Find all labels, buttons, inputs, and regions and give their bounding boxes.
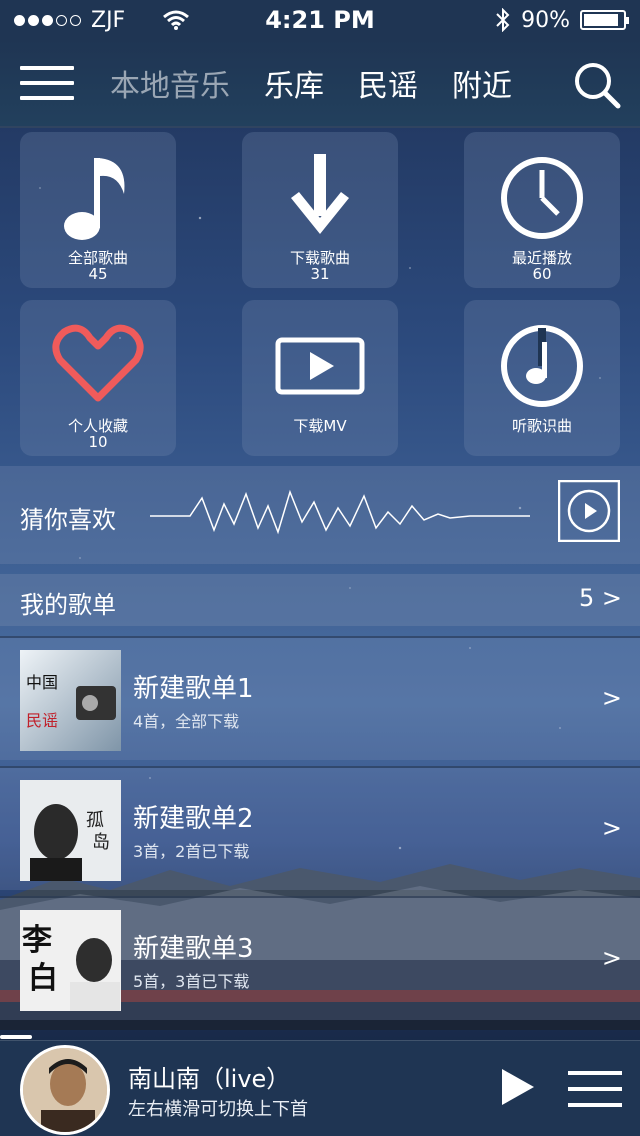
playlist-name: 新建歌单1	[133, 674, 254, 704]
tab-music-library[interactable]: 乐库	[264, 61, 324, 105]
signal-strength-icon	[14, 14, 81, 26]
nav-tabs: 本地音乐 乐库 民谣 附近	[110, 61, 512, 105]
playlist-row[interactable]: 孤 岛 新建歌单2 3首，2首已下载 >	[0, 766, 640, 890]
playlist-info: 3首，2首已下载	[133, 842, 250, 861]
svg-text:孤: 孤	[86, 810, 104, 831]
tab-local-music[interactable]: 本地音乐	[110, 61, 230, 105]
tile-favorites[interactable]: 个人收藏 10	[20, 300, 176, 456]
play-icon[interactable]	[500, 1067, 536, 1107]
hamburger-menu-button[interactable]	[20, 66, 74, 100]
tile-count: 31	[310, 265, 330, 283]
heart-icon	[52, 324, 144, 402]
playlist-name: 新建歌单3	[133, 934, 254, 964]
playlist-cover-image: 孤 岛	[20, 780, 121, 881]
tile-label: 全部歌曲	[67, 249, 128, 267]
svg-text:白: 白	[28, 961, 58, 996]
chevron-right-icon: >	[601, 814, 622, 842]
artist-avatar	[20, 1045, 110, 1135]
tile-download-mv[interactable]: 下载MV	[242, 300, 398, 456]
wifi-icon	[163, 10, 190, 30]
clock-icon	[501, 157, 583, 239]
tile-all-songs[interactable]: 全部歌曲 45	[20, 132, 176, 288]
video-play-icon	[275, 337, 365, 395]
playlist-info: 5首，3首已下载	[133, 972, 250, 991]
playlist-info: 4首，全部下载	[133, 712, 240, 731]
tile-label: 下载MV	[293, 417, 347, 435]
playlist-cover-image: 中国 民谣	[20, 650, 121, 751]
svg-text:李: 李	[22, 923, 52, 958]
battery-percent: 90%	[521, 7, 570, 33]
tile-count: 10	[88, 433, 108, 451]
playback-progress	[0, 1035, 32, 1039]
tile-song-recognition[interactable]: 听歌识曲	[464, 300, 620, 456]
tab-folk[interactable]: 民谣	[358, 61, 418, 105]
tile-count: 60	[532, 265, 552, 283]
music-note-icon	[64, 158, 125, 240]
music-recognize-icon	[501, 325, 583, 407]
tile-label: 下载歌曲	[289, 249, 350, 267]
my-playlists-header: 我的歌单 5 >	[0, 574, 640, 626]
playlist-row[interactable]: 中国 民谣 新建歌单1 4首，全部下载 >	[0, 636, 640, 760]
svg-text:岛: 岛	[92, 832, 110, 853]
playlists-count: 5	[578, 584, 595, 612]
guess-title: 猜你喜欢	[20, 506, 116, 534]
battery-icon	[580, 10, 629, 30]
bluetooth-icon	[496, 8, 510, 32]
top-nav-bar: 本地音乐 乐库 民谣 附近	[0, 40, 640, 128]
download-arrow-icon	[291, 154, 349, 234]
playlist-menu-button[interactable]	[568, 1071, 622, 1107]
search-icon[interactable]	[572, 60, 622, 110]
tile-recent-play[interactable]: 最近播放 60	[464, 132, 620, 288]
now-playing-bar[interactable]: 南山南（live） 左右横滑可切换上下首	[0, 1035, 640, 1136]
playlist-name: 新建歌单2	[133, 804, 254, 834]
tab-nearby[interactable]: 附近	[452, 61, 512, 105]
playlists-count-link[interactable]: 5 >	[579, 584, 622, 612]
playlist-cover-image: 李 白	[20, 910, 121, 1011]
now-playing-title: 南山南（live）	[128, 1065, 291, 1093]
swipe-hint: 左右横滑可切换上下首	[128, 1099, 308, 1120]
tile-label: 个人收藏	[67, 417, 128, 435]
chevron-right-icon: >	[601, 684, 622, 712]
chevron-right-icon: >	[601, 584, 622, 612]
tile-downloaded-songs[interactable]: 下载歌曲 31	[242, 132, 398, 288]
status-bar: ZJF 4:21 PM 90%	[0, 0, 640, 40]
carrier-name: ZJF	[91, 7, 126, 33]
tile-label: 听歌识曲	[511, 417, 572, 435]
guess-you-like-bar[interactable]: 猜你喜欢	[0, 466, 640, 564]
playlist-row[interactable]: 李 白 新建歌单3 5首，3首已下载 >	[0, 896, 640, 1020]
play-circle-icon[interactable]	[558, 480, 620, 542]
waveform-graphic	[150, 489, 530, 535]
my-playlists-title: 我的歌单	[20, 591, 116, 619]
tile-count: 45	[88, 265, 108, 283]
svg-text:中国: 中国	[26, 673, 58, 692]
chevron-right-icon: >	[601, 944, 622, 972]
tile-label: 最近播放	[511, 249, 572, 267]
svg-text:民谣: 民谣	[26, 711, 58, 730]
